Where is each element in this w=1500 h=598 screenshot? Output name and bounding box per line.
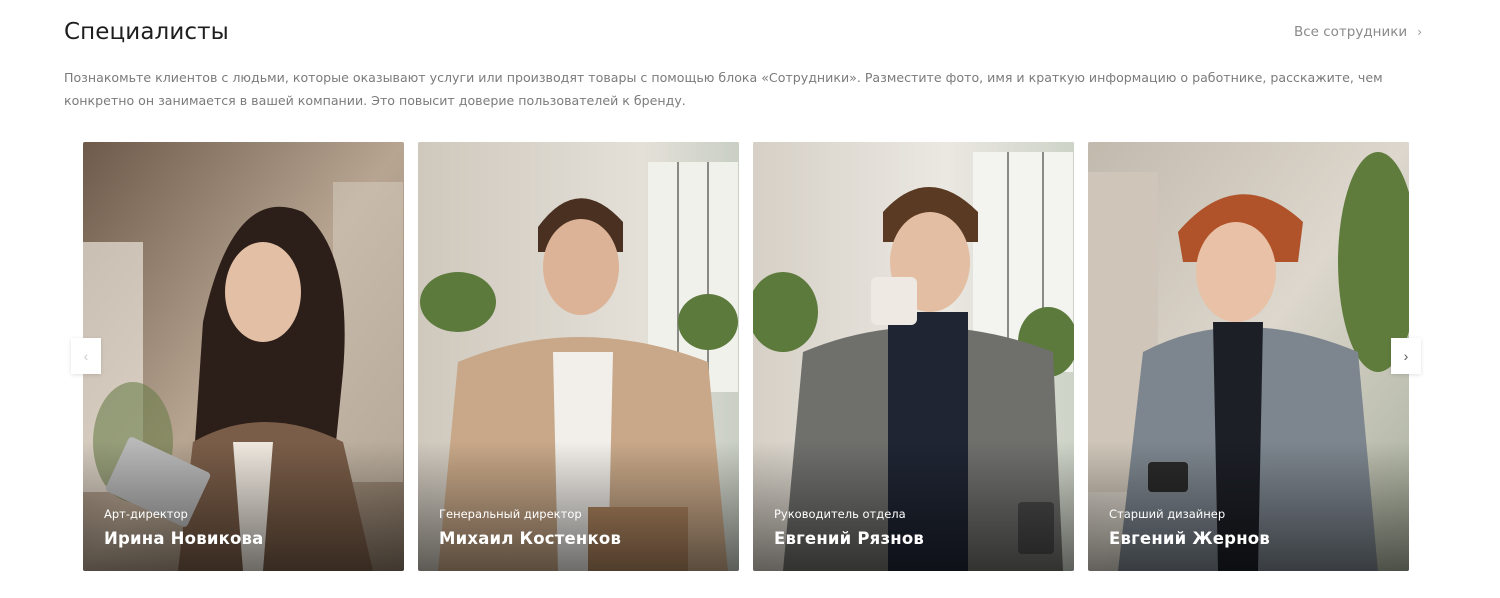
employee-name: Михаил Костенков bbox=[439, 529, 622, 548]
employee-card[interactable]: Генеральный директор Михаил Костенков bbox=[418, 142, 739, 571]
chevron-right-icon: › bbox=[1403, 348, 1409, 364]
employee-card[interactable]: Руководитель отдела Евгений Рязнов bbox=[753, 142, 1074, 571]
section-title: Специалисты bbox=[64, 19, 229, 45]
employee-role: Генеральный директор bbox=[439, 507, 582, 521]
intro-text: Познакомьте клиентов с людьми, которые о… bbox=[64, 70, 1383, 108]
all-employees-label: Все сотрудники bbox=[1293, 24, 1408, 40]
carousel-next-button[interactable]: › bbox=[1391, 338, 1421, 374]
employee-name: Евгений Рязнов bbox=[774, 529, 925, 548]
chevron-left-icon: ‹ bbox=[83, 348, 89, 364]
carousel-prev-button[interactable]: ‹ bbox=[71, 338, 101, 374]
employees-carousel: Арт-директор Ирина Новикова Генеральный … bbox=[83, 142, 1409, 571]
employee-role: Старший дизайнер bbox=[1109, 507, 1226, 521]
chevron-right-icon: › bbox=[1417, 25, 1422, 39]
employee-role: Руководитель отдела bbox=[774, 507, 906, 521]
employee-name: Евгений Жернов bbox=[1109, 529, 1270, 548]
employee-name: Ирина Новикова bbox=[104, 529, 264, 548]
employee-card[interactable]: Арт-директор Ирина Новикова bbox=[83, 142, 404, 571]
employee-role: Арт-директор bbox=[104, 507, 188, 521]
employee-card[interactable]: Старший дизайнер Евгений Жернов bbox=[1088, 142, 1409, 571]
all-employees-link[interactable]: Все сотрудники › bbox=[1294, 24, 1422, 40]
